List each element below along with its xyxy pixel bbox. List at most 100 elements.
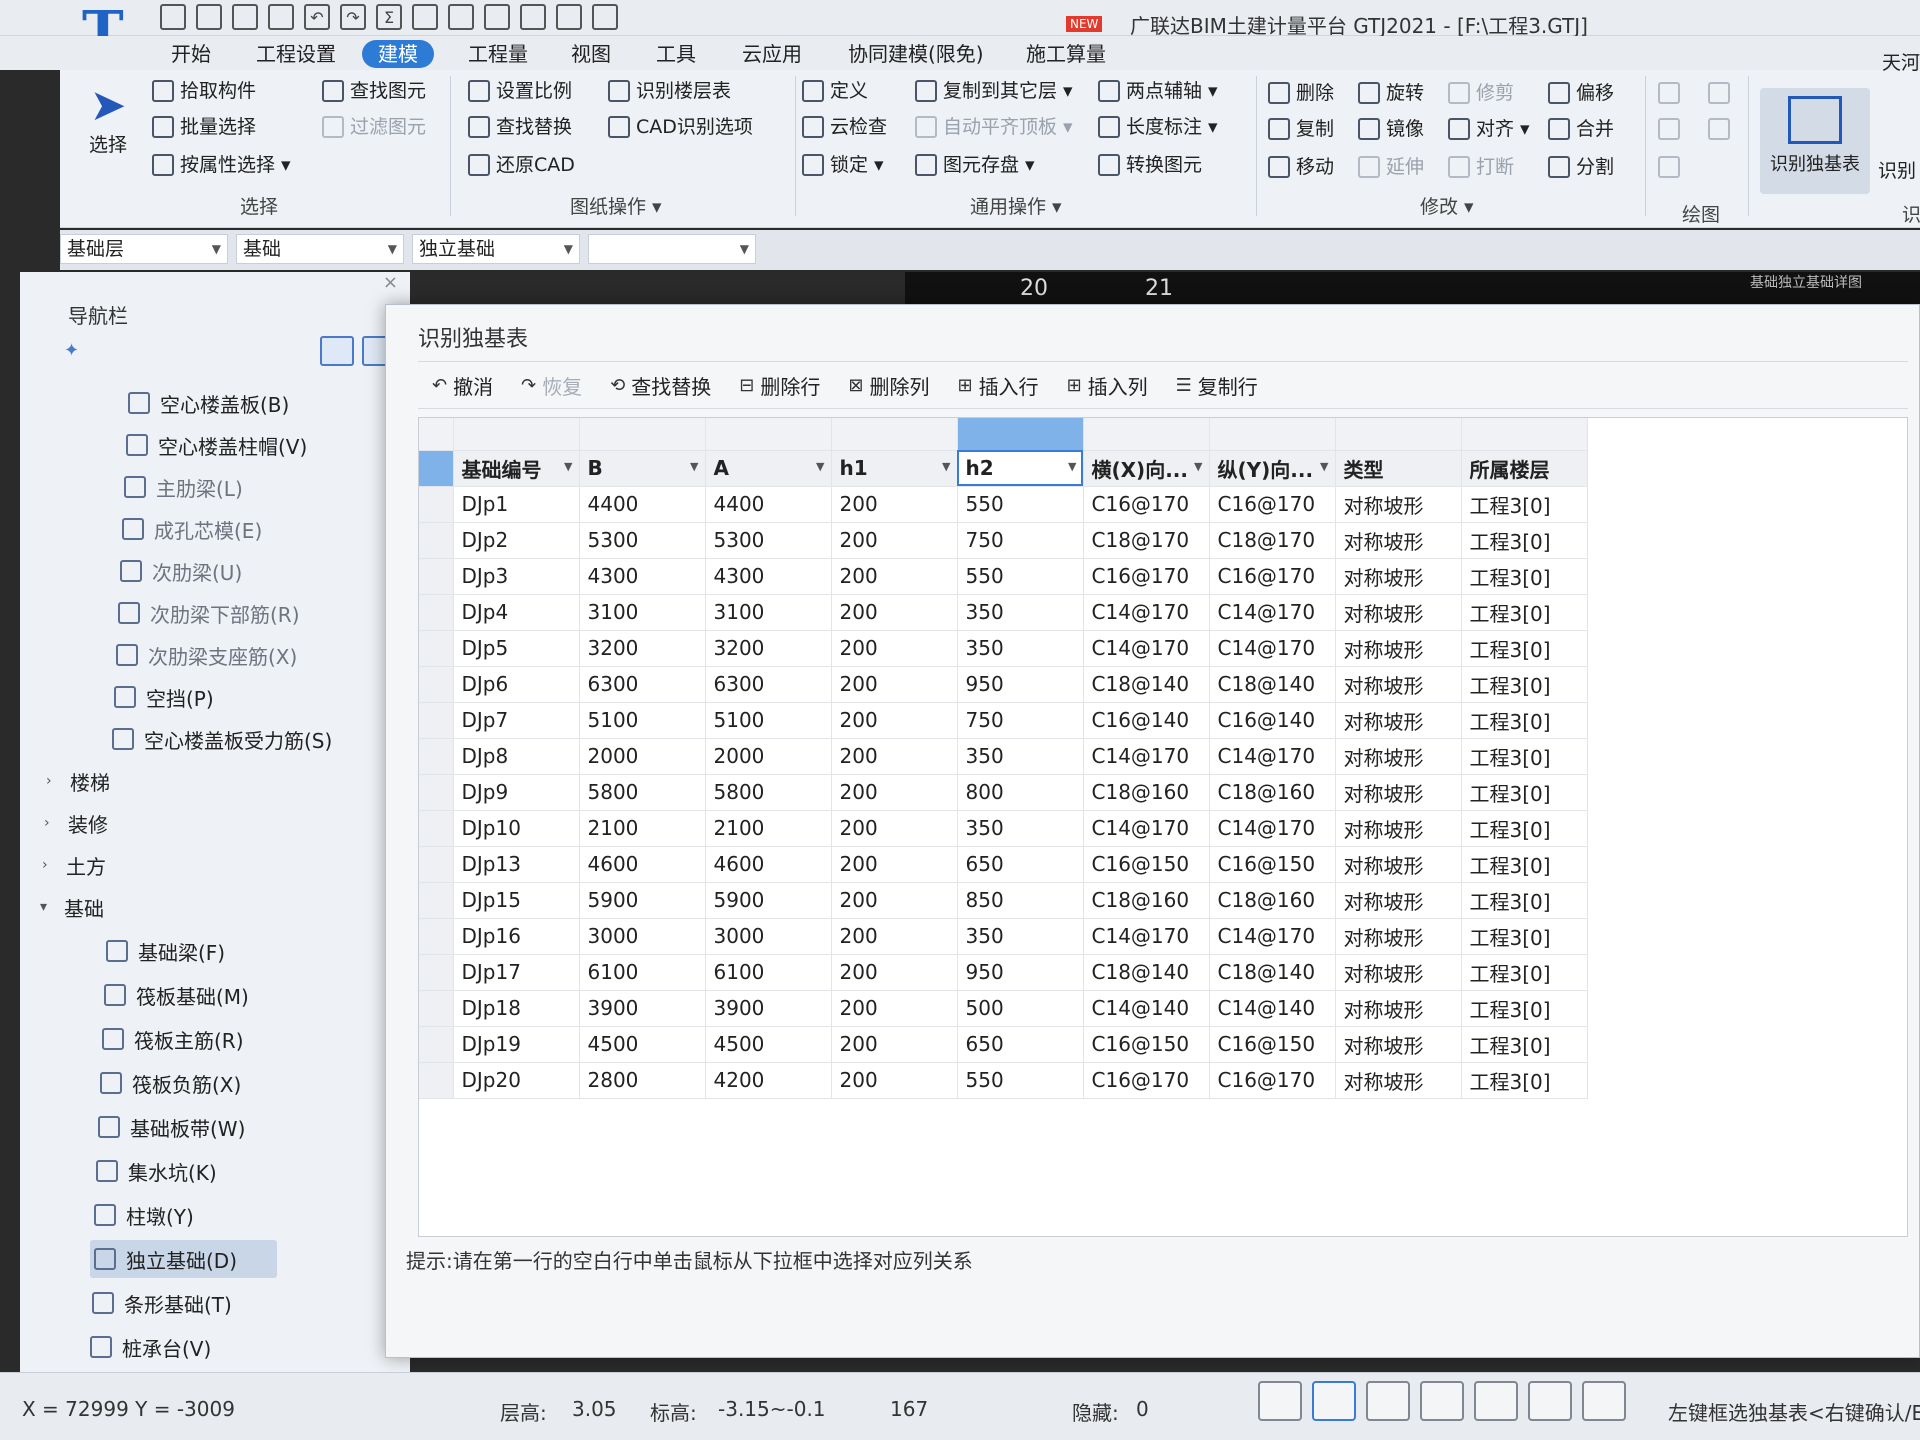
table-cell[interactable]: 350 [957, 918, 1084, 955]
table-cell[interactable]: 350 [957, 738, 1084, 775]
row-header[interactable] [419, 1062, 454, 1099]
table-cell[interactable]: C14@170 [1209, 594, 1336, 631]
table-cell[interactable]: 对称坡形 [1335, 774, 1462, 811]
table-cell[interactable]: 工程3[0] [1461, 774, 1588, 811]
menu-tab-construction[interactable]: 施工算量 [1010, 40, 1122, 68]
table-row[interactable]: DJp9 5800 5800 200 800 C18@160 C18@160 对称坡形 工程3[… [419, 774, 1588, 811]
table-cell[interactable]: 6100 [579, 954, 706, 991]
table-cell[interactable]: 5300 [705, 522, 832, 559]
nav-item-isolated-foundation[interactable]: 独立基础(D) [90, 1240, 278, 1278]
table-cell[interactable]: C18@170 [1209, 522, 1336, 559]
table-cell[interactable]: C16@170 [1083, 558, 1210, 595]
table-cell[interactable]: C14@170 [1209, 918, 1336, 955]
table-cell[interactable]: DJp17 [453, 954, 580, 991]
table-cell[interactable]: 5900 [705, 882, 832, 919]
copy-button[interactable]: 复制 [1268, 114, 1334, 144]
angle-icon[interactable] [1420, 1381, 1464, 1421]
table-cell[interactable]: 550 [957, 558, 1084, 595]
table-cell[interactable]: DJp4 [453, 594, 580, 631]
table-cell[interactable]: C16@170 [1083, 1062, 1210, 1099]
find-element-button[interactable]: 查找图元 [322, 76, 426, 106]
table-cell[interactable]: 工程3[0] [1461, 1062, 1588, 1099]
table-cell[interactable]: C16@170 [1083, 486, 1210, 523]
row-header[interactable] [419, 450, 454, 487]
table-cell[interactable]: 750 [957, 522, 1084, 559]
table-cell[interactable]: DJp16 [453, 918, 580, 955]
rotate-button[interactable]: 旋转 [1358, 78, 1424, 108]
row-header[interactable] [419, 486, 454, 523]
table-cell[interactable]: 对称坡形 [1335, 882, 1462, 919]
nav-item-slab-strip[interactable]: 基础板带(W) [98, 1110, 245, 1144]
table-cell[interactable]: 对称坡形 [1335, 558, 1462, 595]
table-cell[interactable]: C16@140 [1209, 702, 1336, 739]
table-cell[interactable]: 工程3[0] [1461, 702, 1588, 739]
table-cell[interactable]: 对称坡形 [1335, 486, 1462, 523]
table-cell[interactable]: DJp8 [453, 738, 580, 775]
row-header[interactable] [419, 954, 454, 991]
table-cell[interactable]: 2000 [705, 738, 832, 775]
trim-button[interactable]: 修剪 [1448, 78, 1514, 108]
layout-icon[interactable] [556, 4, 582, 30]
table-cell[interactable]: 对称坡形 [1335, 918, 1462, 955]
table-cell[interactable]: 6100 [705, 954, 832, 991]
table-cell[interactable]: 200 [831, 918, 958, 955]
nav-item-hollow-cap[interactable]: 空心楼盖柱帽(V) [126, 428, 307, 462]
table-cell[interactable]: C14@170 [1209, 738, 1336, 775]
table-cell[interactable]: 工程3[0] [1461, 594, 1588, 631]
table-cell[interactable]: 800 [957, 774, 1084, 811]
define-button[interactable]: 定义 [802, 76, 868, 106]
draw-arc-button[interactable] [1658, 152, 1680, 182]
table-cell[interactable]: C14@170 [1083, 630, 1210, 667]
draw-line-button[interactable] [1658, 114, 1680, 144]
column-mapping-row[interactable] [419, 418, 1588, 451]
table-cell[interactable]: 350 [957, 594, 1084, 631]
auto-align-slab-button[interactable]: 自动平齐顶板 ▾ [915, 112, 1073, 142]
close-icon[interactable]: × [383, 272, 398, 293]
snap-box-icon[interactable] [1312, 1381, 1356, 1421]
batch-select-button[interactable]: 批量选择 [152, 112, 256, 142]
table-cell[interactable]: DJp3 [453, 558, 580, 595]
filter-element-button[interactable]: 过滤图元 [322, 112, 426, 142]
delete-button[interactable]: 删除 [1268, 78, 1334, 108]
chevron-down-icon[interactable]: ▼ [1068, 460, 1076, 473]
table-row[interactable]: DJp18 3900 3900 200 500 C14@140 C14@140 对称坡形 工程3… [419, 990, 1588, 1027]
chevron-down-icon[interactable]: ▼ [564, 460, 572, 473]
table-cell[interactable]: C16@150 [1083, 1026, 1210, 1063]
table-row[interactable]: DJp17 6100 6100 200 950 C18@140 C18@140 对称坡形 工程3… [419, 954, 1588, 991]
menu-tab-start[interactable]: 开始 [155, 40, 227, 68]
table-cell[interactable]: 200 [831, 810, 958, 847]
table-cell[interactable]: 550 [957, 486, 1084, 523]
merge-button[interactable]: 合并 [1548, 114, 1614, 144]
find-replace-button[interactable]: ⟲ 查找替换 [596, 371, 725, 400]
table-cell[interactable]: 对称坡形 [1335, 1026, 1462, 1063]
table-cell[interactable]: 200 [831, 666, 958, 703]
table-cell[interactable]: C16@170 [1209, 1062, 1336, 1099]
row-header[interactable] [419, 882, 454, 919]
table-cell[interactable]: 350 [957, 810, 1084, 847]
foundation-table-grid[interactable]: 基础编号 ▼ B ▼ A ▼ h1 ▼ h2 ▼ 横(X)向... ▼ 纵(Y)向... ▼ … [418, 417, 1908, 1237]
chevron-down-icon[interactable]: ▼ [1194, 460, 1202, 473]
copy-to-layer-button[interactable]: 复制到其它层 ▾ [915, 76, 1073, 106]
nav-item-empty-stop[interactable]: 空挡(P) [114, 680, 214, 714]
menu-tab-tools[interactable]: 工具 [640, 40, 712, 68]
sync-icon[interactable] [592, 4, 618, 30]
nav-item-slab-rebar[interactable]: 空心楼盖板受力筋(S) [112, 722, 332, 756]
mapping-cell[interactable] [453, 418, 580, 451]
table-cell[interactable]: 4600 [579, 846, 706, 883]
nav-item-pile-cap[interactable]: 桩承台(V) [90, 1330, 211, 1364]
nav-category-decoration[interactable]: › 装修 [44, 806, 108, 840]
split-button[interactable]: 分割 [1548, 152, 1614, 182]
nav-item-main-rib[interactable]: 主肋梁(L) [124, 470, 243, 504]
component-select[interactable]: ▼ [588, 234, 756, 264]
undo-icon[interactable]: ↶ [304, 4, 330, 30]
table-row[interactable]: DJp6 6300 6300 200 950 C18@140 C18@140 对称坡形 工程3[… [419, 666, 1588, 703]
table-cell[interactable]: 200 [831, 846, 958, 883]
pick-element-button[interactable]: 拾取构件 [152, 76, 256, 106]
table-cell[interactable]: 对称坡形 [1335, 702, 1462, 739]
copy-row-button[interactable]: ☰ 复制行 [1162, 371, 1272, 400]
table-cell[interactable]: C16@140 [1083, 702, 1210, 739]
open-file-icon[interactable] [232, 4, 258, 30]
table-cell[interactable]: C16@150 [1209, 1026, 1336, 1063]
menu-tab-project-settings[interactable]: 工程设置 [240, 40, 352, 68]
table-cell[interactable]: C14@170 [1083, 594, 1210, 631]
